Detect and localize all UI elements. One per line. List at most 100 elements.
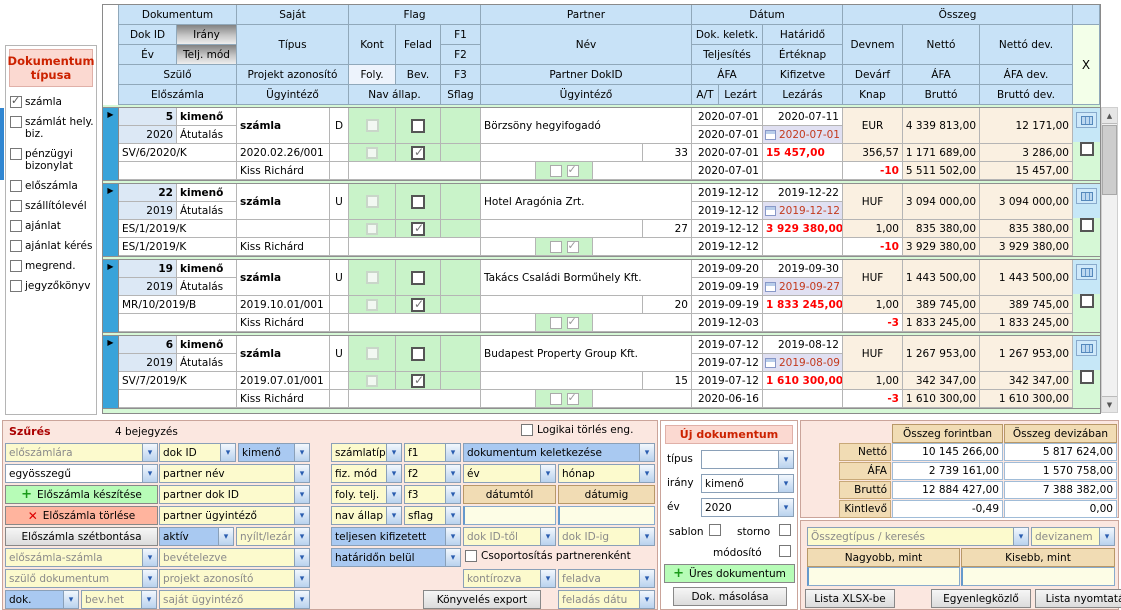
lezart-checkbox[interactable] [567,317,579,329]
doc-type-checkbox[interactable] [10,96,22,108]
date-to-input[interactable] [558,506,655,525]
chevron-down-icon[interactable]: ▾ [540,570,555,587]
scroll-up-button[interactable]: ▲ [1102,108,1117,124]
col-header-nav-allap[interactable]: Nav állap. [349,85,441,105]
filter-select-nyilt-lezar[interactable]: nyílt/lezár▾ [236,527,310,546]
col-header-projekt-azonosito[interactable]: Projekt azonosító [237,65,349,85]
greater-than-input[interactable] [807,567,960,586]
col-header-felad[interactable]: Felad [396,25,441,65]
col-header-eloszamla[interactable]: Előszámla [119,85,237,105]
col-header-f2[interactable]: F2 [441,45,481,65]
calendar-icon[interactable] [765,130,776,140]
split-proforma-button[interactable]: Előszámla szétbontása [5,527,158,546]
filter-select-partner-nev[interactable]: partner név▾ [159,464,310,483]
copy-document-button[interactable]: Dok. másolása [673,587,787,606]
bev-checkbox[interactable] [411,146,425,160]
col-header-szulo[interactable]: Szülő [119,65,237,85]
row-mark-checkbox[interactable] [1080,218,1094,232]
col-header-irany[interactable]: Irány [177,25,237,45]
currency-select[interactable]: devizanem▾ [1031,527,1115,546]
felad-checkbox[interactable] [411,271,425,285]
date-from-input[interactable] [463,506,556,525]
filter-select-foly-telj[interactable]: foly. telj.▾ [331,485,402,504]
col-header-ugyintezo[interactable]: Ügyintéző [237,85,349,105]
col-header-afa[interactable]: ÁFA [903,65,980,85]
chevron-down-icon[interactable]: ▾ [778,499,793,516]
calendar-icon[interactable] [765,358,776,368]
calendar-icon[interactable] [765,282,776,292]
create-proforma-button[interactable]: +Előszámla készítése [5,485,158,504]
kont-checkbox[interactable] [366,119,379,132]
foly-checkbox[interactable] [366,375,378,387]
foly-checkbox[interactable] [366,223,378,235]
col-header-f1[interactable]: F1 [441,25,481,45]
chevron-down-icon[interactable]: ▾ [386,444,401,461]
col-header-afa-datum[interactable]: ÁFA [692,65,763,85]
filter-select-egyosszegu[interactable]: egyösszegű▾ [5,464,158,483]
row-detail-button[interactable] [1076,112,1097,128]
felad-checkbox[interactable] [411,119,425,133]
chevron-down-icon[interactable]: ▾ [294,465,309,482]
at-checkbox[interactable] [550,241,562,253]
new-doc-tipus-select[interactable]: ▾ [701,450,794,469]
col-header-ev[interactable]: Év [119,45,177,65]
scroll-down-button[interactable]: ▼ [1102,396,1117,412]
col-header-kont[interactable]: Kont [349,25,396,65]
col-header-teljesites[interactable]: Teljesítés [692,45,763,65]
chevron-down-icon[interactable]: ▾ [778,451,793,468]
amount-type-select[interactable]: Összegtípus / keresés▾ [807,527,1029,546]
chevron-down-icon[interactable]: ▾ [220,444,235,461]
col-group-sajat[interactable]: Saját [237,5,349,25]
filter-select-dok-id[interactable]: dok ID▾ [159,443,236,462]
filter-select-nav-allap[interactable]: nav állap▾ [331,506,402,525]
row-mark-checkbox[interactable] [1080,294,1094,308]
row-selector[interactable]: ▶ [103,108,119,180]
doc-type-item[interactable]: szállítólevél [10,200,94,212]
doc-type-checkbox[interactable] [10,220,22,232]
modosito-checkbox[interactable] [779,545,791,557]
at-checkbox[interactable] [550,317,562,329]
erteknap-cell[interactable]: 2019-08-09 [763,354,843,372]
chevron-down-icon[interactable]: ▾ [1013,528,1028,545]
filter-select-f1[interactable]: f1▾ [404,443,461,462]
empty-document-button[interactable]: +Üres dokumentum [664,564,795,583]
chevron-down-icon[interactable]: ▾ [386,465,401,482]
col-header-partner-dokid[interactable]: Partner DokID [481,65,692,85]
chevron-down-icon[interactable]: ▾ [639,444,654,461]
col-group-dokumentum[interactable]: Dokumentum [119,5,237,25]
filter-select-eloszamla-szamla[interactable]: előszámla-számla▾ [5,548,158,567]
col-header-sflag[interactable]: Sflag [441,85,481,105]
foly-checkbox[interactable] [366,147,378,159]
kont-checkbox[interactable] [366,271,379,284]
erteknap-cell[interactable]: 2019-09-27 [763,278,843,296]
new-doc-ev-select[interactable]: 2020▾ [701,498,794,517]
table-row[interactable]: ▶ 6 kimenő 2019 Átutalás SV/7/2019/K szá… [103,336,1100,408]
row-mark-checkbox[interactable] [1080,370,1094,384]
filter-select-fiz-mod[interactable]: fiz. mód▾ [331,464,402,483]
at-checkbox[interactable] [550,393,562,405]
lezart-checkbox[interactable] [567,393,579,405]
filter-select-partner-ugyintezo[interactable]: partner ügyintéző▾ [159,506,310,525]
filter-select-partner-dok-id[interactable]: partner dok ID▾ [159,485,310,504]
row-selector[interactable]: ▶ [103,336,119,408]
filter-select-irany[interactable]: kimenő▾ [238,443,310,462]
chevron-down-icon[interactable]: ▾ [142,465,157,482]
row-mark-checkbox[interactable] [1080,142,1094,156]
table-row[interactable]: ▶ 5 kimenő 2020 Átutalás SV/6/2020/K szá… [103,108,1100,180]
filter-select-eloszamlara[interactable]: előszámlára▾ [5,443,158,462]
filter-select-szulo-dokumentum[interactable]: szülő dokumentum▾ [5,569,158,588]
col-header-netto[interactable]: Nettó [903,25,980,65]
bev-checkbox[interactable] [411,298,425,312]
chevron-down-icon[interactable]: ▾ [294,528,309,545]
col-header-afa-dev[interactable]: ÁFA dev. [980,65,1073,85]
col-header-lezaras[interactable]: Lezárás [763,85,843,105]
filter-select-projekt-azonosito[interactable]: projekt azonosító▾ [159,569,310,588]
storno-checkbox[interactable] [779,524,791,536]
at-checkbox[interactable] [550,165,562,177]
felad-checkbox[interactable] [411,347,425,361]
doc-type-checkbox[interactable] [10,200,22,212]
chevron-down-icon[interactable]: ▾ [639,528,654,545]
table-row[interactable]: ▶ 19 kimenő 2019 Átutalás MR/10/2019/B s… [103,260,1100,332]
col-group-flag[interactable]: Flag [349,5,481,25]
new-doc-irany-select[interactable]: kimenő▾ [701,474,794,493]
